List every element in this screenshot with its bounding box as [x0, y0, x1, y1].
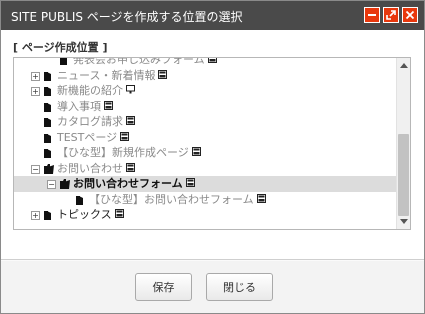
close-dialog-button[interactable]: 閉じる: [206, 273, 273, 301]
tree-node[interactable]: カタログ請求: [14, 114, 397, 130]
tree-node[interactable]: + ニュース・新着情報: [14, 68, 397, 84]
tree-node[interactable]: 発表会お申し込みフォーム: [14, 57, 397, 68]
folder-icon: [43, 210, 55, 226]
tree-node-text: TESTページ: [57, 130, 118, 144]
tree-scrollbar[interactable]: [396, 58, 410, 229]
page-icon: [120, 130, 130, 146]
tree-node-label[interactable]: TESTページ: [57, 130, 130, 146]
tree-node[interactable]: + トピックス: [14, 207, 397, 223]
tree-node-label[interactable]: 新機能の紹介: [57, 83, 135, 99]
window-controls: [364, 7, 418, 23]
window-title: SITE PUBLIS ページを作成する位置の選択: [11, 10, 243, 24]
title-bar[interactable]: SITE PUBLIS ページを作成する位置の選択: [1, 1, 424, 30]
tree-node-label[interactable]: 発表会お申し込みフォーム: [73, 57, 217, 68]
tree-node-text: 新機能の紹介: [57, 84, 123, 97]
page-icon: [114, 207, 124, 223]
minimize-button[interactable]: [364, 7, 380, 23]
tree-node-text: お問い合わせ: [57, 161, 123, 175]
collapse-node-icon[interactable]: −: [31, 164, 40, 174]
tree-node-text: ニュース・新着情報: [57, 68, 156, 82]
page-icon: [191, 145, 201, 161]
tree-node[interactable]: − お問い合わせフォーム: [14, 176, 397, 192]
tree-node-text: お問い合わせフォーム: [73, 177, 183, 190]
monitor-icon: [126, 83, 135, 99]
tree-node-text: 【ひな型】お問い合わせフォーム: [89, 192, 254, 206]
tree-node-label[interactable]: 導入事項: [57, 99, 113, 115]
expand-node-icon[interactable]: +: [31, 71, 40, 81]
page-icon: [126, 114, 135, 130]
expand-node-icon[interactable]: +: [31, 211, 40, 220]
tree-node-text: 発表会お申し込みフォーム: [73, 57, 205, 66]
tree-node[interactable]: − お問い合わせ: [14, 161, 397, 177]
dialog-footer: 保存 閉じる: [1, 261, 424, 313]
tree-node[interactable]: 【ひな型】お問い合わせフォーム: [14, 192, 397, 208]
page-icon: [104, 99, 113, 115]
page-icon: [185, 176, 195, 192]
collapse-node-icon[interactable]: −: [47, 180, 56, 189]
tree-node[interactable]: + 新機能の紹介: [14, 83, 397, 99]
close-button[interactable]: [402, 7, 418, 23]
scroll-up-icon[interactable]: [400, 63, 408, 68]
page-icon: [126, 161, 135, 177]
tree-node[interactable]: TESTページ: [14, 130, 397, 146]
tree-node-text: 【ひな型】新規作成ページ: [57, 146, 189, 159]
scrollbar-thumb[interactable]: [398, 134, 409, 216]
tree-node[interactable]: 導入事項: [14, 99, 397, 115]
page-icon: [158, 68, 168, 84]
dialog-window: SITE PUBLIS ページを作成する位置の選択 [ ページ作成位置 ] 発表…: [0, 0, 425, 314]
scroll-down-icon[interactable]: [400, 219, 408, 224]
page-icon: [256, 192, 266, 208]
tree-node-label[interactable]: お問い合わせ: [57, 161, 135, 177]
tree-node-label[interactable]: お問い合わせフォーム: [73, 176, 195, 192]
expand-icon: [386, 10, 396, 20]
tree-node-text: カタログ請求: [57, 115, 123, 128]
tree-node-text: トピックス: [57, 208, 112, 221]
tree-node[interactable]: 【ひな型】新規作成ページ: [14, 145, 397, 161]
page-tree-panel: 発表会お申し込みフォーム + ニュース・新着情報 + 新機能の紹介 導入事項カタログ請求 T…: [13, 57, 411, 230]
save-button[interactable]: 保存: [135, 273, 192, 301]
tree-node-label[interactable]: カタログ請求: [57, 114, 135, 130]
tree-node-label[interactable]: トピックス: [57, 207, 124, 223]
page-tree: 発表会お申し込みフォーム + ニュース・新着情報 + 新機能の紹介 導入事項カタログ請求 T…: [14, 57, 397, 223]
minus-icon: [368, 14, 376, 16]
dialog-body: [ ページ作成位置 ] 発表会お申し込みフォーム + ニュース・新着情報 + 新機能の紹…: [1, 30, 424, 260]
tree-node-text: 導入事項: [57, 99, 101, 113]
tree-node-label[interactable]: 【ひな型】お問い合わせフォーム: [89, 192, 266, 208]
tree-node-label[interactable]: 【ひな型】新規作成ページ: [57, 145, 201, 161]
maximize-button[interactable]: [383, 7, 399, 23]
close-icon: [405, 10, 415, 20]
section-label: [ ページ作成位置 ]: [13, 41, 108, 54]
page-icon: [207, 58, 217, 68]
expand-node-icon[interactable]: +: [31, 87, 40, 96]
tree-node-label[interactable]: ニュース・新着情報: [57, 68, 168, 84]
